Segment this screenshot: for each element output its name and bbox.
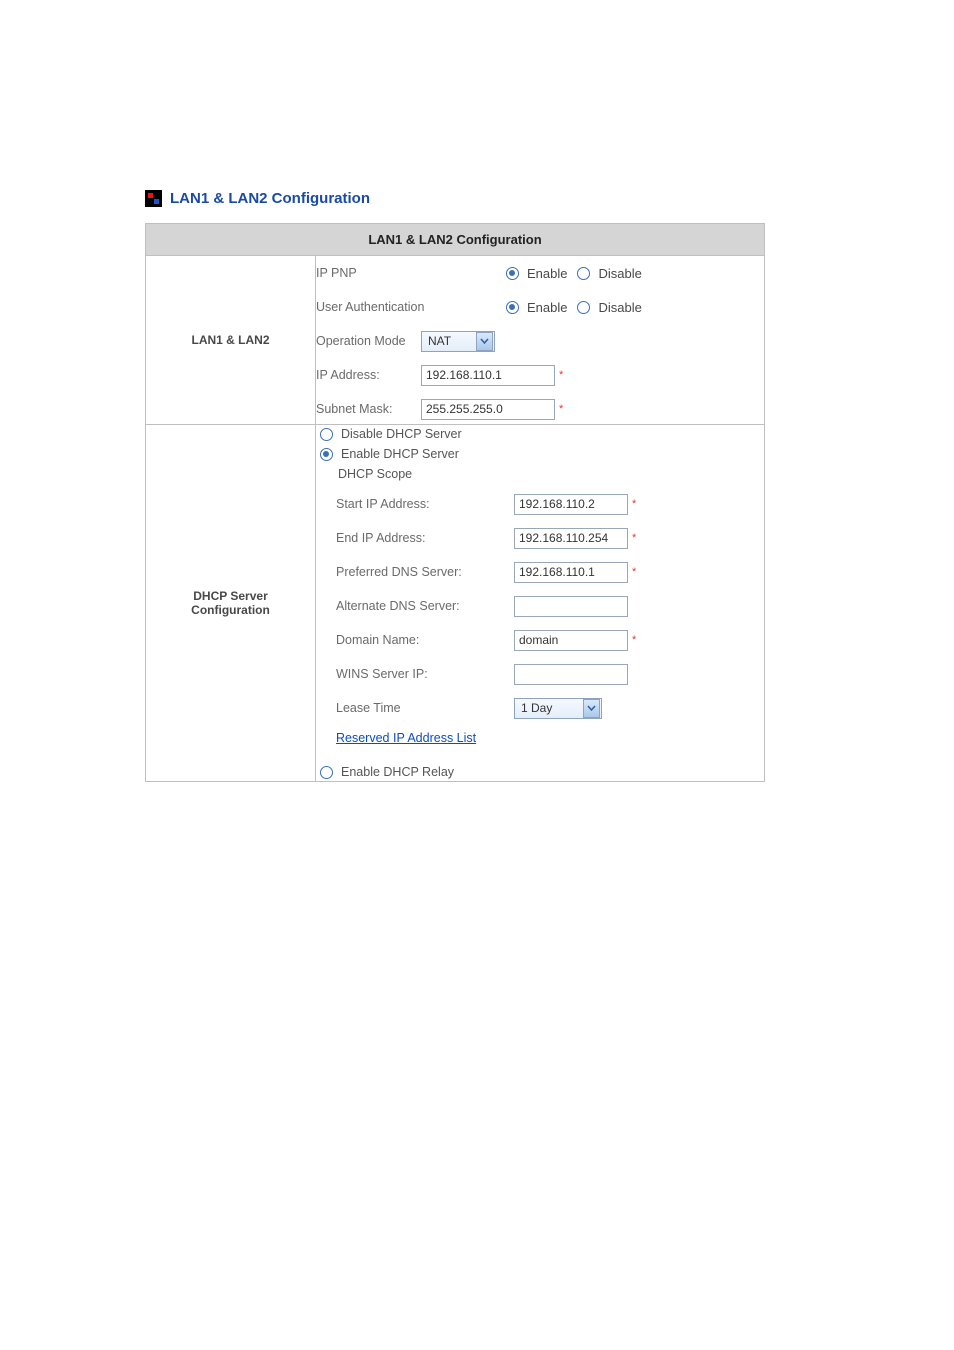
preferred-dns-label: Preferred DNS Server:: [336, 565, 514, 579]
dhcp-settings-cell: Disable DHCP Server Enable DHCP Server D…: [316, 425, 765, 782]
user-auth-enable-radio[interactable]: [506, 301, 519, 314]
start-ip-input[interactable]: [514, 494, 628, 515]
operation-mode-select[interactable]: NAT: [421, 331, 495, 352]
dhcp-enable-server-label: Enable DHCP Server: [341, 447, 459, 461]
dhcp-enable-relay-label: Enable DHCP Relay: [341, 765, 454, 779]
end-ip-input[interactable]: [514, 528, 628, 549]
table-header: LAN1 & LAN2 Configuration: [146, 224, 765, 256]
ip-pnp-disable-radio[interactable]: [577, 267, 590, 280]
chevron-down-icon: [476, 332, 493, 351]
ip-pnp-label: IP PNP: [316, 266, 506, 280]
config-icon: [145, 190, 162, 207]
end-ip-label: End IP Address:: [336, 531, 514, 545]
page-title-text: LAN1 & LAN2 Configuration: [170, 190, 370, 207]
enable-label: Enable: [527, 266, 567, 281]
lease-time-label: Lease Time: [336, 701, 514, 715]
ip-address-input[interactable]: [421, 365, 555, 386]
required-indicator: *: [559, 369, 563, 381]
alternate-dns-label: Alternate DNS Server:: [336, 599, 514, 613]
dhcp-scope-label: DHCP Scope: [338, 467, 764, 481]
operation-mode-label: Operation Mode: [316, 334, 421, 348]
operation-mode-value: NAT: [422, 334, 476, 348]
user-auth-label: User Authentication: [316, 300, 506, 314]
lease-time-value: 1 Day: [515, 701, 583, 715]
domain-name-label: Domain Name:: [336, 633, 514, 647]
page-title: LAN1 & LAN2 Configuration: [145, 190, 809, 207]
preferred-dns-input[interactable]: [514, 562, 628, 583]
subnet-mask-label: Subnet Mask:: [316, 402, 421, 416]
required-indicator: *: [632, 498, 636, 510]
reserved-ip-link[interactable]: Reserved IP Address List: [336, 731, 476, 745]
dhcp-enable-server-radio[interactable]: [320, 448, 333, 461]
dhcp-disable-server-radio[interactable]: [320, 428, 333, 441]
disable-label: Disable: [598, 266, 641, 281]
required-indicator: *: [632, 532, 636, 544]
lan-config-table: LAN1 & LAN2 Configuration LAN1 & LAN2 IP…: [145, 223, 765, 782]
dhcp-label-line1: DHCP Server: [146, 589, 315, 603]
wins-ip-input[interactable]: [514, 664, 628, 685]
lan-settings-cell: IP PNP Enable Disable User Authenticatio…: [316, 256, 765, 425]
user-auth-disable-radio[interactable]: [577, 301, 590, 314]
domain-name-input[interactable]: [514, 630, 628, 651]
wins-ip-label: WINS Server IP:: [336, 667, 514, 681]
dhcp-enable-relay-radio[interactable]: [320, 766, 333, 779]
chevron-down-icon: [583, 699, 600, 718]
required-indicator: *: [632, 634, 636, 646]
lease-time-select[interactable]: 1 Day: [514, 698, 602, 719]
required-indicator: *: [632, 566, 636, 578]
dhcp-section-label: DHCP Server Configuration: [146, 425, 316, 782]
alternate-dns-input[interactable]: [514, 596, 628, 617]
disable-label-2: Disable: [598, 300, 641, 315]
enable-label-2: Enable: [527, 300, 567, 315]
dhcp-label-line2: Configuration: [146, 603, 315, 617]
required-indicator: *: [559, 403, 563, 415]
subnet-mask-input[interactable]: [421, 399, 555, 420]
dhcp-disable-server-label: Disable DHCP Server: [341, 427, 462, 441]
ip-pnp-enable-radio[interactable]: [506, 267, 519, 280]
start-ip-label: Start IP Address:: [336, 497, 514, 511]
lan-section-label: LAN1 & LAN2: [146, 256, 316, 425]
ip-address-label: IP Address:: [316, 368, 421, 382]
